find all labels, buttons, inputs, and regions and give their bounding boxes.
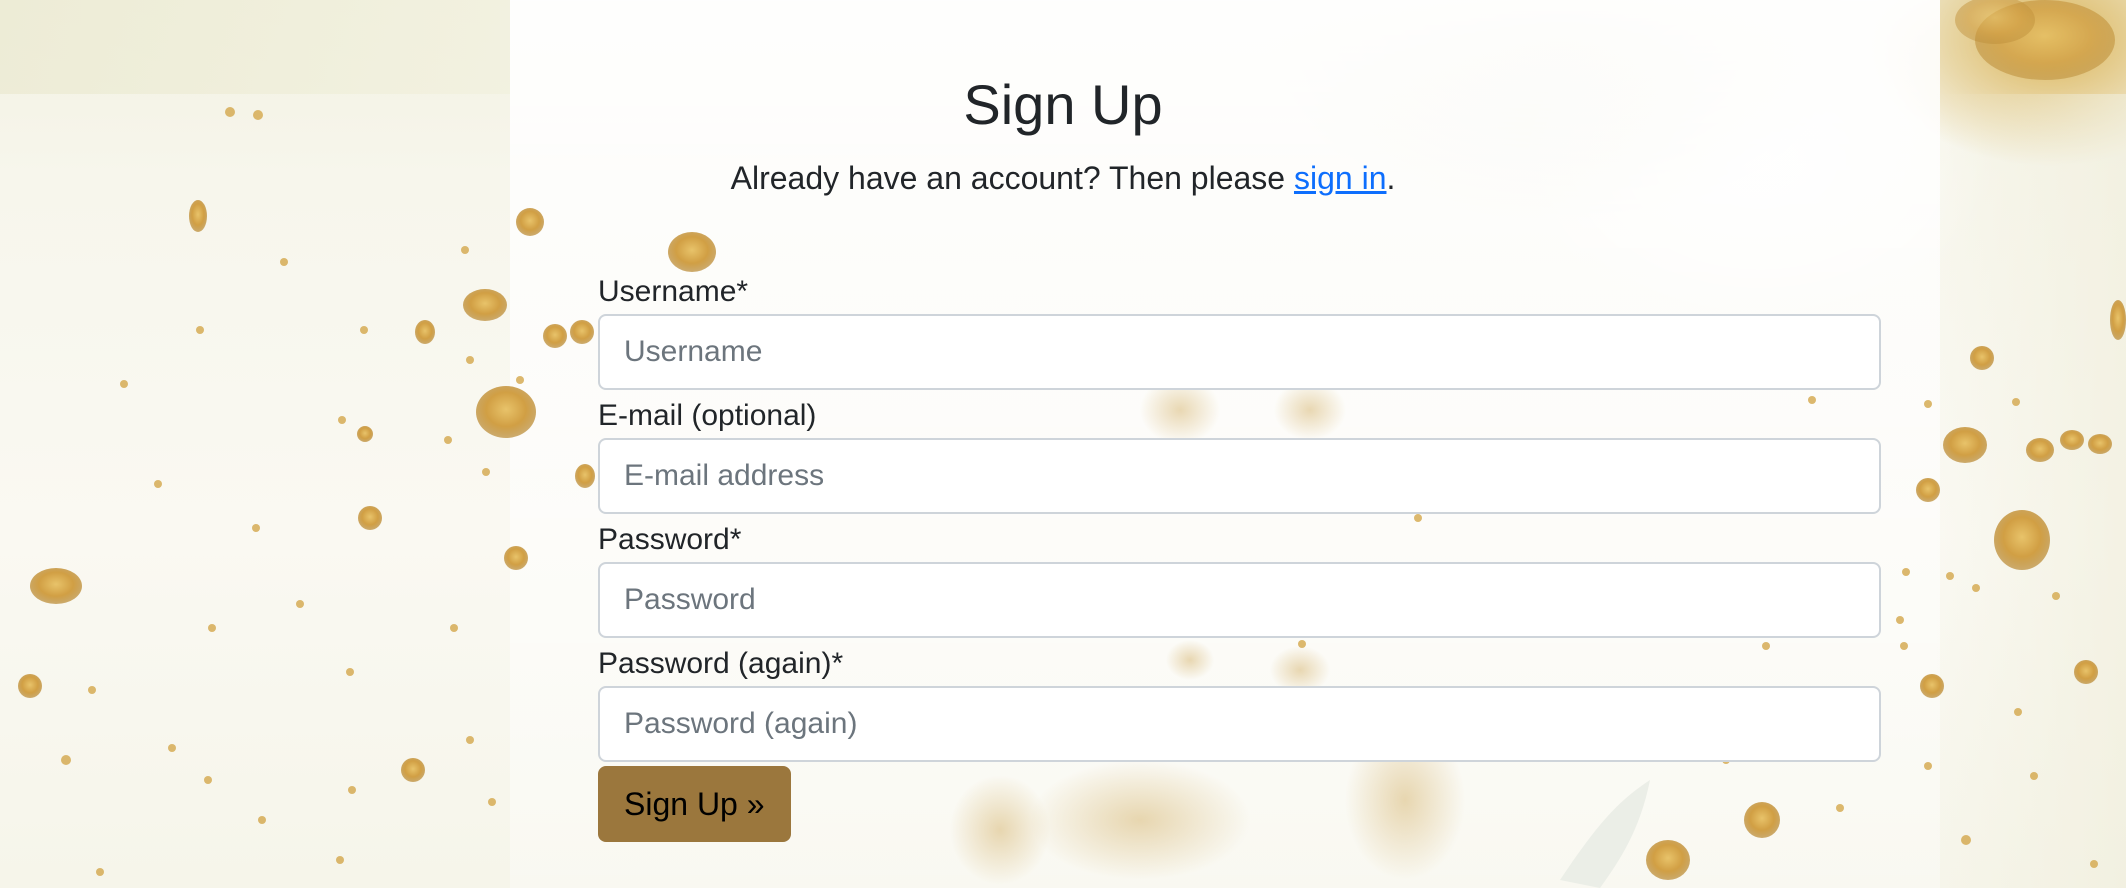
signup-page: Sign Up Already have an account? Then pl…	[0, 0, 2126, 888]
username-input[interactable]	[598, 314, 1881, 390]
email-field-group: E-mail (optional)	[598, 394, 1881, 518]
username-field-group: Username*	[598, 270, 1881, 394]
password-field-group: Password*	[598, 518, 1881, 642]
password-again-field-group: Password (again)*	[598, 642, 1881, 766]
signin-link[interactable]: sign in	[1294, 160, 1387, 196]
signup-submit-button[interactable]: Sign Up »	[598, 766, 791, 842]
signin-prompt: Already have an account? Then please sig…	[0, 158, 2126, 198]
email-label: E-mail (optional)	[598, 399, 817, 432]
password-again-label: Password (again)*	[598, 647, 844, 680]
email-input[interactable]	[598, 438, 1881, 514]
page-title: Sign Up	[963, 73, 1163, 136]
password-label: Password*	[598, 523, 742, 556]
password-again-input[interactable]	[598, 686, 1881, 762]
signup-form: Username* E-mail (optional) Password* Pa…	[598, 270, 1881, 842]
signin-prompt-suffix: .	[1386, 160, 1396, 196]
username-label: Username*	[598, 275, 749, 308]
signin-prompt-text: Already have an account? Then please	[730, 160, 1294, 196]
password-input[interactable]	[598, 562, 1881, 638]
